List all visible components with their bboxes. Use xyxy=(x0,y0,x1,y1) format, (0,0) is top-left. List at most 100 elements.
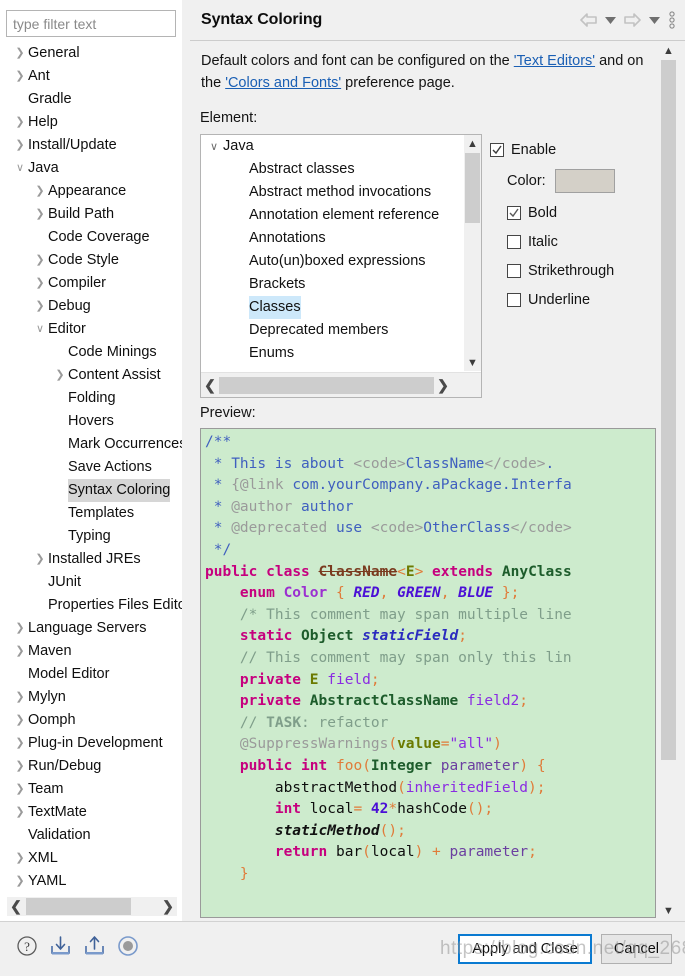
sidebar-item-validation[interactable]: Validation xyxy=(0,824,182,847)
sidebar-item-java[interactable]: ∨ Java xyxy=(0,157,182,180)
sidebar-item-junit[interactable]: JUnit xyxy=(0,571,182,594)
underline-checkbox[interactable] xyxy=(507,293,521,307)
scroll-right-icon[interactable]: ❯ xyxy=(434,377,452,394)
chevron-right-icon[interactable]: ❯ xyxy=(12,686,28,709)
element-horizontal-scrollbar[interactable]: ❮ ❯ xyxy=(201,372,481,397)
chevron-down-icon[interactable]: ∨ xyxy=(12,157,28,180)
chevron-right-icon[interactable]: ❯ xyxy=(32,548,48,571)
sidebar-item-textmate[interactable]: ❯ TextMate xyxy=(0,801,182,824)
sidebar-item-plug-in-development[interactable]: ❯ Plug-in Development xyxy=(0,732,182,755)
chevron-right-icon[interactable]: ❯ xyxy=(32,272,48,295)
tree-horizontal-scrollbar[interactable]: ❮ ❯ xyxy=(6,896,178,917)
cancel-button[interactable]: Cancel xyxy=(600,934,672,964)
import-icon[interactable] xyxy=(49,935,72,960)
bold-checkbox-row[interactable]: Bold xyxy=(507,201,670,225)
element-item-abstract-method-invocations[interactable]: Abstract method invocations xyxy=(201,181,464,204)
scroll-up-icon[interactable]: ▲ xyxy=(660,42,677,59)
sidebar-item-maven[interactable]: ❯ Maven xyxy=(0,640,182,663)
italic-checkbox-row[interactable]: Italic xyxy=(507,230,670,254)
chevron-right-icon[interactable]: ❯ xyxy=(12,111,28,134)
chevron-right-icon[interactable]: ❯ xyxy=(12,709,28,732)
sidebar-item-oomph[interactable]: ❯ Oomph xyxy=(0,709,182,732)
sidebar-item-folding[interactable]: Folding xyxy=(0,387,182,410)
element-item-auto-un-boxed-expressions[interactable]: Auto(un)boxed expressions xyxy=(201,250,464,273)
scroll-left-icon[interactable]: ❮ xyxy=(7,898,25,915)
sidebar-item-model-editor[interactable]: Model Editor xyxy=(0,663,182,686)
scrollbar-thumb[interactable] xyxy=(661,60,676,760)
chevron-right-icon[interactable]: ❯ xyxy=(52,364,68,387)
element-item-brackets[interactable]: Brackets xyxy=(201,273,464,296)
sidebar-item-help[interactable]: ❯ Help xyxy=(0,111,182,134)
restore-defaults-icon[interactable] xyxy=(117,935,139,960)
colors-and-fonts-link[interactable]: 'Colors and Fonts' xyxy=(225,75,341,91)
sidebar-item-xml[interactable]: ❯ XML xyxy=(0,847,182,870)
chevron-right-icon[interactable]: ❯ xyxy=(12,732,28,755)
chevron-right-icon[interactable]: ❯ xyxy=(12,65,28,88)
sidebar-item-mark-occurrences[interactable]: Mark Occurrences xyxy=(0,433,182,456)
element-item-enums[interactable]: Enums xyxy=(201,342,464,365)
element-vertical-scrollbar[interactable]: ▲ ▼ xyxy=(464,135,481,371)
chevron-right-icon[interactable]: ❯ xyxy=(32,180,48,203)
element-item-java[interactable]: ∨ Java xyxy=(201,135,464,158)
chevron-down-icon[interactable]: ∨ xyxy=(32,318,48,341)
element-item-classes[interactable]: Classes xyxy=(201,296,464,319)
scroll-left-icon[interactable]: ❮ xyxy=(201,377,219,394)
chevron-down-icon[interactable]: ∨ xyxy=(205,136,223,159)
page-vertical-scrollbar[interactable]: ▲ ▼ xyxy=(660,42,677,919)
chevron-right-icon[interactable]: ❯ xyxy=(12,870,28,887)
strikethrough-checkbox[interactable] xyxy=(507,264,521,278)
scroll-down-icon[interactable]: ▼ xyxy=(660,902,677,919)
sidebar-item-build-path[interactable]: ❯ Build Path xyxy=(0,203,182,226)
sidebar-item-properties-files-editor[interactable]: Properties Files Editor xyxy=(0,594,182,617)
sidebar-item-compiler[interactable]: ❯ Compiler xyxy=(0,272,182,295)
preview-code-box[interactable]: /** * This is about <code>ClassName</cod… xyxy=(200,428,656,918)
enable-checkbox[interactable] xyxy=(490,143,504,157)
sidebar-item-debug[interactable]: ❯ Debug xyxy=(0,295,182,318)
forward-dropdown-caret-icon[interactable] xyxy=(646,9,662,31)
chevron-right-icon[interactable]: ❯ xyxy=(12,134,28,157)
sidebar-item-typing[interactable]: Typing xyxy=(0,525,182,548)
underline-checkbox-row[interactable]: Underline xyxy=(507,288,670,312)
filter-input[interactable] xyxy=(6,10,176,37)
pane-divider[interactable] xyxy=(182,0,190,921)
element-item-annotation-element-reference[interactable]: Annotation element reference xyxy=(201,204,464,227)
sidebar-item-general[interactable]: ❯ General xyxy=(0,42,182,65)
sidebar-item-gradle[interactable]: Gradle xyxy=(0,88,182,111)
scrollbar-thumb[interactable] xyxy=(465,153,480,223)
sash-handle[interactable] xyxy=(182,196,186,206)
element-list[interactable]: ∨ Java Abstract classes Abstract method inv… xyxy=(201,135,464,371)
sidebar-item-run-debug[interactable]: ❯ Run/Debug xyxy=(0,755,182,778)
chevron-right-icon[interactable]: ❯ xyxy=(12,801,28,824)
sidebar-item-yaml[interactable]: ❯ YAML xyxy=(0,870,182,887)
sidebar-item-templates[interactable]: Templates xyxy=(0,502,182,525)
scroll-right-icon[interactable]: ❯ xyxy=(159,898,177,915)
chevron-right-icon[interactable]: ❯ xyxy=(12,640,28,663)
text-editors-link[interactable]: 'Text Editors' xyxy=(514,53,595,69)
color-swatch-button[interactable] xyxy=(554,169,615,193)
forward-arrow-icon[interactable] xyxy=(621,9,643,31)
chevron-right-icon[interactable]: ❯ xyxy=(12,847,28,870)
sidebar-item-team[interactable]: ❯ Team xyxy=(0,778,182,801)
back-arrow-icon[interactable] xyxy=(577,9,599,31)
sidebar-item-mylyn[interactable]: ❯ Mylyn xyxy=(0,686,182,709)
sidebar-item-editor[interactable]: ∨ Editor xyxy=(0,318,182,341)
chevron-right-icon[interactable]: ❯ xyxy=(32,203,48,226)
view-menu-icon[interactable] xyxy=(665,9,679,31)
bold-checkbox[interactable] xyxy=(507,206,521,220)
strikethrough-checkbox-row[interactable]: Strikethrough xyxy=(507,259,670,283)
scrollbar-thumb[interactable] xyxy=(219,376,434,394)
back-dropdown-caret-icon[interactable] xyxy=(602,9,618,31)
scroll-up-icon[interactable]: ▲ xyxy=(464,135,481,152)
help-icon[interactable]: ? xyxy=(16,935,38,960)
chevron-right-icon[interactable]: ❯ xyxy=(12,42,28,65)
sidebar-item-ant[interactable]: ❯ Ant xyxy=(0,65,182,88)
element-item-abstract-classes[interactable]: Abstract classes xyxy=(201,158,464,181)
sidebar-item-hovers[interactable]: Hovers xyxy=(0,410,182,433)
enable-checkbox-row[interactable]: Enable xyxy=(490,138,670,162)
scroll-down-icon[interactable]: ▼ xyxy=(464,354,481,371)
sidebar-item-code-style[interactable]: ❯ Code Style xyxy=(0,249,182,272)
chevron-right-icon[interactable]: ❯ xyxy=(12,778,28,801)
preferences-tree[interactable]: ❯ General ❯ Ant Gradle ❯ Help ❯ Install/Update ∨ J… xyxy=(0,42,182,887)
sidebar-item-save-actions[interactable]: Save Actions xyxy=(0,456,182,479)
element-item-deprecated-members[interactable]: Deprecated members xyxy=(201,319,464,342)
